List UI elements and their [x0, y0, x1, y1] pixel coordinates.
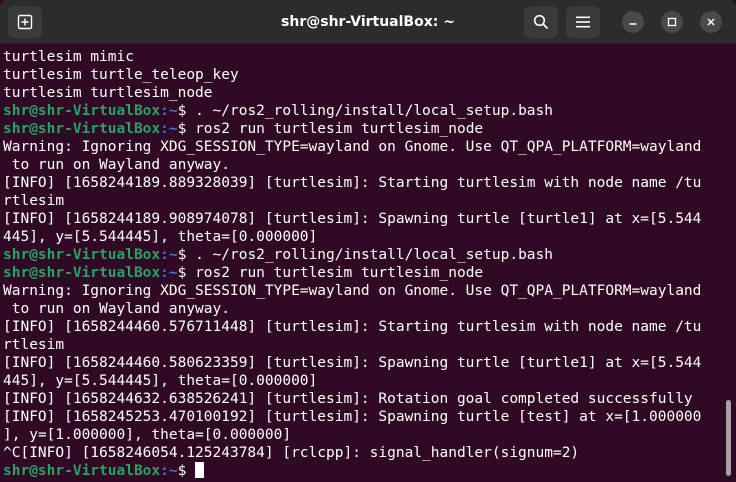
output-line: ^C[INFO] [1658246054.125243784] [rclcpp]… — [3, 445, 580, 461]
prompt-user-host: shr@shr-VirtualBox — [3, 121, 161, 137]
maximize-icon — [667, 17, 677, 27]
output-line: Warning: Ignoring XDG_SESSION_TYPE=wayla… — [3, 283, 702, 299]
prompt-line: shr@shr-VirtualBox:~$ . ~/ros2_rolling/i… — [3, 102, 722, 120]
close-button[interactable] — [700, 11, 722, 33]
output-line: to run on Wayland anyway. — [3, 157, 230, 173]
output-line: rtlesim — [3, 193, 65, 209]
output-line: [INFO] [1658244189.908974078] [turtlesim… — [3, 211, 702, 227]
prompt-symbol: $ — [177, 247, 196, 263]
prompt-line: shr@shr-VirtualBox:~$ — [3, 462, 722, 480]
output-line: [INFO] [1658244460.576711448] [turtlesim… — [3, 319, 702, 335]
output-line: Warning: Ignoring XDG_SESSION_TYPE=wayla… — [3, 139, 702, 155]
output-line: turtlesim turtle_teleop_key — [3, 67, 239, 83]
prompt-path: :~ — [160, 121, 178, 137]
prompt-user-host: shr@shr-VirtualBox — [3, 463, 161, 479]
prompt-path: :~ — [160, 247, 178, 263]
search-button[interactable] — [524, 6, 558, 38]
terminal-output[interactable]: turtlesim mimic turtlesim turtle_teleop_k… — [0, 46, 722, 482]
output-line: [INFO] [1658244460.580623359] [turtlesim… — [3, 355, 702, 371]
output-line: turtlesim mimic — [3, 49, 134, 65]
output-line: [INFO] [1658245253.470100192] [turtlesim… — [3, 409, 702, 425]
prompt-path: :~ — [160, 463, 178, 479]
command-text: ros2 run turtlesim turtlesim_node — [195, 265, 484, 281]
menu-button[interactable] — [566, 6, 600, 38]
output-line: [INFO] [1658244632.638526241] [turtlesim… — [3, 391, 693, 407]
output-line: rtlesim — [3, 337, 65, 353]
new-tab-button[interactable] — [8, 6, 42, 38]
text-cursor — [195, 462, 205, 478]
scrollbar[interactable] — [726, 400, 731, 476]
search-icon — [533, 14, 549, 30]
title-bar[interactable]: shr@shr-VirtualBox: ~ — [0, 0, 736, 44]
prompt-user-host: shr@shr-VirtualBox — [3, 265, 161, 281]
hamburger-menu-icon — [576, 16, 590, 28]
prompt-symbol: $ — [177, 463, 196, 479]
output-line: to run on Wayland anyway. — [3, 301, 230, 317]
output-line: turtlesim turtlesim_node — [3, 85, 213, 101]
new-tab-icon — [17, 14, 33, 30]
minimize-button[interactable] — [622, 11, 644, 33]
prompt-line: shr@shr-VirtualBox:~$ ros2 run turtlesim… — [3, 264, 722, 282]
minimize-icon — [628, 17, 638, 27]
prompt-line: shr@shr-VirtualBox:~$ . ~/ros2_rolling/i… — [3, 246, 722, 264]
prompt-user-host: shr@shr-VirtualBox — [3, 247, 161, 263]
prompt-line: shr@shr-VirtualBox:~$ ros2 run turtlesim… — [3, 120, 722, 138]
output-line: [INFO] [1658244189.889328039] [turtlesim… — [3, 175, 702, 191]
output-line: 445], y=[5.544445], theta=[0.000000] — [3, 373, 318, 389]
close-icon — [706, 17, 716, 27]
command-text: . ~/ros2_rolling/install/local_setup.bas… — [195, 103, 553, 119]
output-line: 445], y=[5.544445], theta=[0.000000] — [3, 229, 318, 245]
prompt-symbol: $ — [177, 121, 196, 137]
command-text: . ~/ros2_rolling/install/local_setup.bas… — [195, 247, 553, 263]
prompt-path: :~ — [160, 265, 178, 281]
command-text: ros2 run turtlesim turtlesim_node — [195, 121, 484, 137]
terminal-window: shr@shr-VirtualBox: ~ turtlesim mimic tu… — [0, 0, 736, 482]
prompt-symbol: $ — [177, 265, 196, 281]
prompt-user-host: shr@shr-VirtualBox — [3, 103, 161, 119]
prompt-symbol: $ — [177, 103, 196, 119]
prompt-path: :~ — [160, 103, 178, 119]
maximize-button[interactable] — [661, 11, 683, 33]
output-line: ], y=[1.000000], theta=[0.000000] — [3, 427, 292, 443]
